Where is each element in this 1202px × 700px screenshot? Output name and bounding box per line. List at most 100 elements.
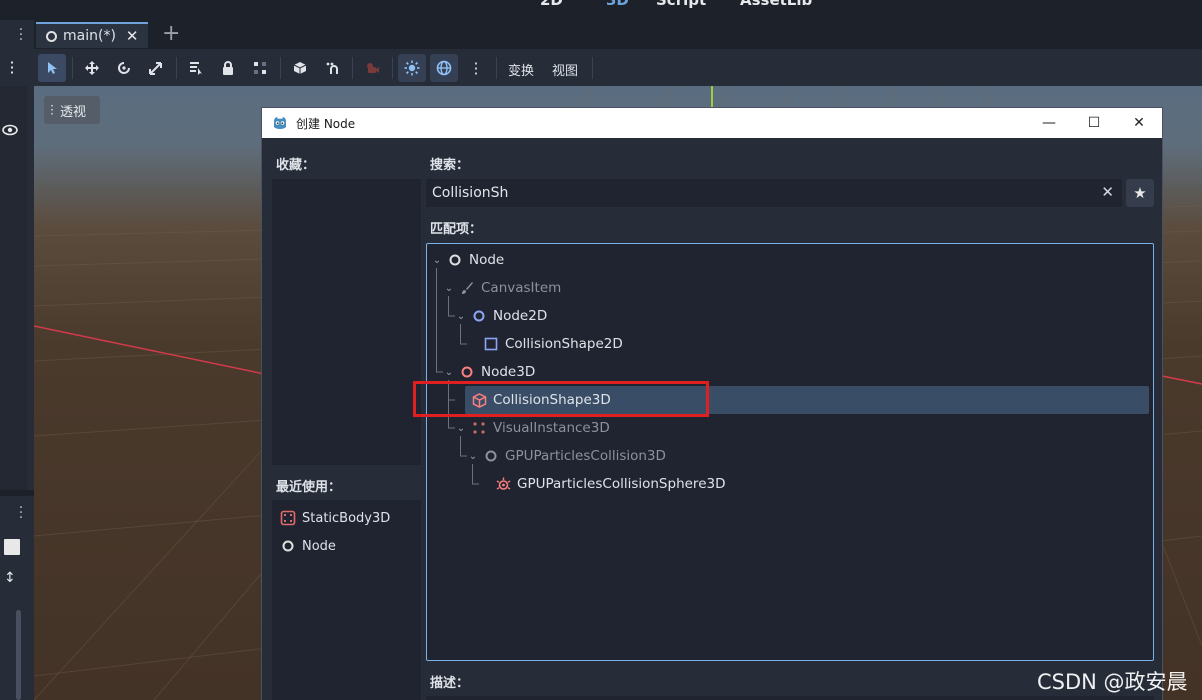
static-body-icon [280,510,296,526]
view-menu[interactable]: 视图 [552,60,578,79]
group-icon [254,62,266,74]
tree-item-label: GPUParticlesCollisionSphere3D [517,476,726,492]
scale-tool-button[interactable] [142,54,170,82]
local-space-button[interactable] [286,54,314,82]
more-options-icon[interactable]: · · · [462,54,490,82]
viewport-toolbar: · · · 变换 视图 [34,48,1202,86]
tree-item-collisionshape2d[interactable]: CollisionShape2D [483,330,623,358]
tree-item-visualinstance3d[interactable]: ⌄ VisualInstance3D [455,414,610,442]
mode-assetlib-button[interactable]: AssetLib [740,0,812,9]
dock-menu-icon-2[interactable]: · · · [18,501,24,525]
recent-item-label: StaticBody3D [302,510,391,526]
dialog-title: 创建 Node [296,116,356,131]
node2d-circle-icon [471,308,487,324]
matches-label: 匹配项： [430,222,483,237]
main-screen-bar: 2D 3D Script AssetLib [0,0,1202,20]
recent-label: 最近使用： [276,480,342,495]
chevron-down-icon: ⌄ [456,310,466,322]
globe-icon [436,60,452,76]
matches-tree[interactable]: ⌄ Node ⌄ CanvasItem ⌄ Node2D CollisionSh… [413,243,1154,661]
toolbar-separator [496,57,497,79]
tree-item-label: GPUParticlesCollision3D [505,448,666,464]
dialog-titlebar[interactable]: 创建 Node — ☐ ✕ [262,108,1162,138]
tab-label: main(*) [63,28,116,44]
dock-options-icon[interactable]: · · · [9,55,15,81]
minimize-button[interactable]: — [1026,108,1072,138]
transform-menu[interactable]: 变换 [508,60,534,79]
move-tool-button[interactable] [78,54,106,82]
maximize-button[interactable]: ☐ [1071,108,1117,138]
mode-script-button[interactable]: Script [656,0,706,9]
tree-item-gpuparticlescollisionsphere3d[interactable]: GPUParticlesCollisionSphere3D [495,470,725,498]
star-icon: ★ [1133,184,1147,202]
close-icon[interactable]: ✕ [126,27,139,45]
tree-item-gpuparticlescollision3d[interactable]: ⌄ GPUParticlesCollision3D [467,442,666,470]
node-circle-icon [46,30,57,42]
tree-item-label: VisualInstance3D [493,420,610,436]
recent-list: StaticBody3D Node [272,500,421,700]
clear-search-icon[interactable]: ✕ [1101,183,1114,201]
node3d-circle-icon [459,364,475,380]
create-node-dialog: 创建 Node — ☐ ✕ 收藏： 最近使用： StaticBody3D Nod… [261,107,1163,700]
favorite-star-button[interactable]: ★ [1126,179,1154,207]
search-input[interactable]: CollisionSh ✕ [426,179,1122,207]
eye-icon[interactable] [2,124,18,140]
chevron-down-icon: ⌄ [456,422,466,434]
tree-item-node2d[interactable]: ⌄ Node2D [455,302,547,330]
sun-icon [404,60,420,76]
chevron-down-icon: ⌄ [468,450,478,462]
visual-instance-icon [471,420,487,436]
list-select-button[interactable] [182,54,210,82]
search-label: 搜索： [430,158,470,173]
tree-item-label: CanvasItem [481,280,562,296]
sort-icon[interactable]: ↕ [4,570,16,586]
mode-2d-button[interactable]: 2D [540,0,563,9]
toolbar-separator [280,57,281,79]
chevron-down-icon: ⌄ [444,282,454,294]
add-tab-button[interactable]: + [162,22,180,46]
annotation-highlight-box [413,381,709,417]
camera-preview-button[interactable] [358,54,386,82]
lock-button[interactable] [214,54,242,82]
tree-item-label: Node2D [493,308,548,324]
scale-icon [149,62,162,75]
pointer-icon [48,62,57,74]
dock-scrollbar[interactable] [16,610,21,700]
camera-icon [367,63,379,73]
square-icon[interactable] [4,539,20,555]
tab-main[interactable]: main(*) ✕ [36,22,148,48]
brush-icon [459,280,475,296]
tree-item-label: Node3D [481,364,536,380]
tree-item-label: Node [469,252,505,268]
tree-item-canvasitem[interactable]: ⌄ CanvasItem [443,274,562,302]
toolbar-separator [72,57,73,79]
node-circle-icon [282,540,294,552]
scene-tab-bar: main(*) ✕ + [34,20,1202,48]
perspective-menu-button[interactable]: · · · 透视 [44,96,100,124]
rotate-tool-button[interactable] [110,54,138,82]
tree-item-node[interactable]: ⌄ Node [431,246,504,274]
recent-item-staticbody3d[interactable]: StaticBody3D [280,507,390,529]
collision-shape-2d-icon [483,336,499,352]
left-dock: · · · · · · · · · ↕ [0,20,34,700]
rotate-icon [118,62,130,74]
dock-menu-icon[interactable]: · · · [18,23,24,47]
search-value: CollisionSh [432,185,509,201]
favorites-list[interactable] [272,179,421,465]
description-box [426,696,1154,700]
snap-button[interactable] [318,54,346,82]
sun-preview-button[interactable] [398,54,426,82]
node-circle-icon [447,252,463,268]
toolbar-separator [352,57,353,79]
toolbar-separator [176,57,177,79]
environment-preview-button[interactable] [430,54,458,82]
lock-icon [223,61,233,75]
chevron-down-icon: ⌄ [444,366,454,378]
group-button[interactable] [246,54,274,82]
mode-3d-button[interactable]: 3D [606,0,629,9]
window-close-button[interactable]: ✕ [1116,108,1162,138]
dock-panel [0,86,27,490]
select-tool-button[interactable] [38,54,66,82]
tree-item-label: CollisionShape2D [505,336,623,352]
recent-item-node[interactable]: Node [280,535,336,557]
